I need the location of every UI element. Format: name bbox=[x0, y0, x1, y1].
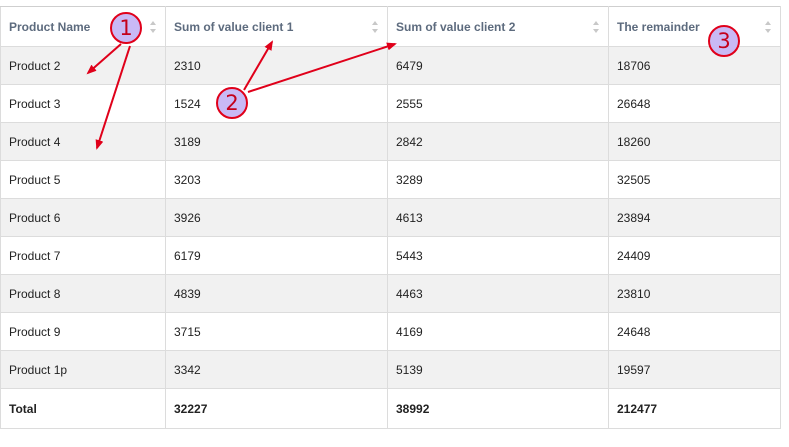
sort-icon[interactable] bbox=[371, 20, 379, 34]
total-client-1: 32227 bbox=[165, 388, 388, 429]
cell-remainder: 18260 bbox=[608, 122, 781, 161]
cell-product-name: Product 2 bbox=[0, 46, 166, 85]
screenshot-stage: Product Name Sum of value client 1 Sum o… bbox=[0, 0, 789, 447]
cell-remainder: 32505 bbox=[608, 160, 781, 199]
cell-remainder: 23894 bbox=[608, 198, 781, 237]
table-row: Product 7 6179 5443 24409 bbox=[0, 236, 781, 275]
cell-product-name: Product 3 bbox=[0, 84, 166, 123]
annotation-badge-3: 3 bbox=[708, 25, 740, 57]
column-header-label: Sum of value client 1 bbox=[174, 19, 294, 34]
table-row: Product 2 2310 6479 18706 bbox=[0, 46, 781, 85]
total-row: Total 32227 38992 212477 bbox=[0, 388, 781, 429]
cell-client-2: 4613 bbox=[387, 198, 609, 237]
total-label: Total bbox=[0, 388, 166, 429]
cell-client-1: 1524 bbox=[165, 84, 388, 123]
sort-icon[interactable] bbox=[149, 20, 157, 34]
cell-product-name: Product 5 bbox=[0, 160, 166, 199]
column-header-label: Sum of value client 2 bbox=[396, 19, 516, 34]
annotation-badge-2: 2 bbox=[216, 87, 248, 119]
cell-remainder: 23810 bbox=[608, 274, 781, 313]
column-header-label: Product Name bbox=[9, 19, 91, 34]
sort-icon[interactable] bbox=[592, 20, 600, 34]
cell-client-1: 3203 bbox=[165, 160, 388, 199]
cell-product-name: Product 9 bbox=[0, 312, 166, 351]
cell-client-2: 4463 bbox=[387, 274, 609, 313]
cell-remainder: 18706 bbox=[608, 46, 781, 85]
table-row: Product 9 3715 4169 24648 bbox=[0, 312, 781, 351]
column-header-remainder[interactable]: The remainder bbox=[608, 6, 781, 47]
table-row: Product 4 3189 2842 18260 bbox=[0, 122, 781, 161]
cell-product-name: Product 7 bbox=[0, 236, 166, 275]
cell-product-name: Product 1p bbox=[0, 350, 166, 389]
column-header-label: The remainder bbox=[617, 19, 700, 34]
cell-client-2: 3289 bbox=[387, 160, 609, 199]
cell-client-1: 3342 bbox=[165, 350, 388, 389]
cell-client-2: 6479 bbox=[387, 46, 609, 85]
table-body: Product 2 2310 6479 18706 Product 3 1524… bbox=[0, 46, 781, 389]
cell-remainder: 26648 bbox=[608, 84, 781, 123]
table-row: Product 6 3926 4613 23894 bbox=[0, 198, 781, 237]
cell-client-1: 6179 bbox=[165, 236, 388, 275]
cell-product-name: Product 4 bbox=[0, 122, 166, 161]
column-header-client-2[interactable]: Sum of value client 2 bbox=[387, 6, 609, 47]
column-header-client-1[interactable]: Sum of value client 1 bbox=[165, 6, 388, 47]
cell-client-2: 5443 bbox=[387, 236, 609, 275]
cell-product-name: Product 6 bbox=[0, 198, 166, 237]
cell-product-name: Product 8 bbox=[0, 274, 166, 313]
cell-remainder: 19597 bbox=[608, 350, 781, 389]
cell-client-1: 3715 bbox=[165, 312, 388, 351]
cell-client-1: 4839 bbox=[165, 274, 388, 313]
total-remainder: 212477 bbox=[608, 388, 781, 429]
cell-client-2: 2842 bbox=[387, 122, 609, 161]
cell-client-2: 4169 bbox=[387, 312, 609, 351]
sort-icon[interactable] bbox=[764, 20, 772, 34]
table-row: Product 5 3203 3289 32505 bbox=[0, 160, 781, 199]
cell-remainder: 24648 bbox=[608, 312, 781, 351]
table-footer: Total 32227 38992 212477 bbox=[0, 388, 781, 429]
cell-client-1: 3926 bbox=[165, 198, 388, 237]
cell-client-2: 2555 bbox=[387, 84, 609, 123]
data-table: Product Name Sum of value client 1 Sum o… bbox=[0, 6, 781, 429]
cell-client-2: 5139 bbox=[387, 350, 609, 389]
cell-remainder: 24409 bbox=[608, 236, 781, 275]
annotation-badge-1: 1 bbox=[110, 12, 142, 44]
cell-client-1: 2310 bbox=[165, 46, 388, 85]
table-row: Product 1p 3342 5139 19597 bbox=[0, 350, 781, 389]
total-client-2: 38992 bbox=[387, 388, 609, 429]
cell-client-1: 3189 bbox=[165, 122, 388, 161]
table-row: Product 3 1524 2555 26648 bbox=[0, 84, 781, 123]
table-row: Product 8 4839 4463 23810 bbox=[0, 274, 781, 313]
